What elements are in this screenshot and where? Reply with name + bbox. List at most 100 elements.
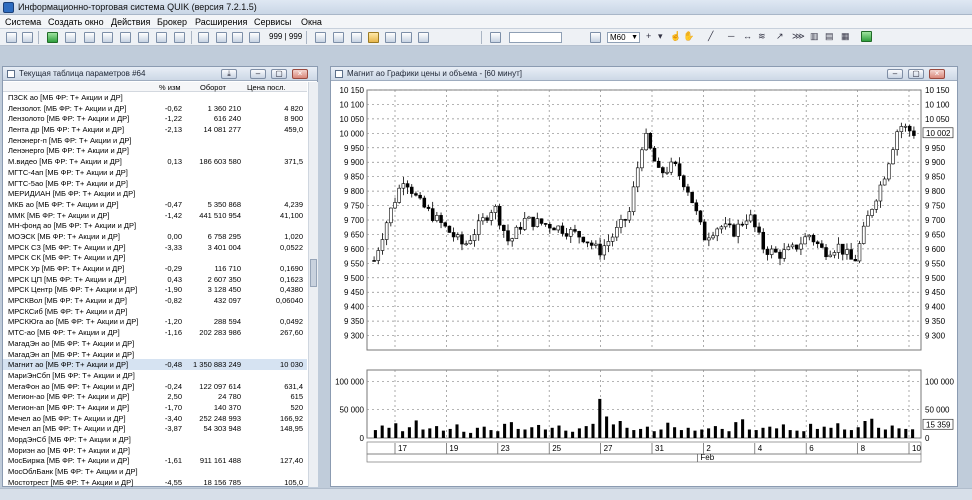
pointer-icon[interactable]: ☝	[670, 31, 681, 42]
table-row[interactable]: Лента др [МБ ФР: Т+ Акции и ДР] -2,13 14 0…	[3, 124, 307, 135]
crosshair-dropdown-icon[interactable]: ▾	[658, 31, 663, 42]
table-row[interactable]: МосОблБанк [МБ ФР: Т+ Акции и ДР]	[3, 466, 307, 477]
minimize-button[interactable]: –	[250, 69, 266, 79]
pan-hand-icon[interactable]: ✋	[683, 31, 694, 42]
minimize-button[interactable]: –	[887, 69, 903, 79]
maximize-button[interactable]: ▢	[271, 69, 287, 79]
table-row[interactable]: МЕРИДИАН [МБ ФР: Т+ Акции и ДР]	[3, 188, 307, 199]
fibonacci-arcs-icon[interactable]: ≋	[758, 31, 766, 42]
refresh-icon[interactable]	[47, 32, 58, 43]
print-icon[interactable]	[333, 32, 344, 43]
table-row[interactable]: МГТС-5ао [МБ ФР: Т+ Акции и ДР]	[3, 178, 307, 189]
cell-vol: 288 594	[213, 317, 241, 327]
trendline-icon[interactable]: ╱	[708, 31, 713, 42]
table-row[interactable]: МагадЭн ао [МБ ФР: Т+ Акции и ДР]	[3, 338, 307, 349]
grid-icon[interactable]: ▦	[841, 31, 850, 42]
limits-icon[interactable]	[174, 32, 185, 43]
mail-icon[interactable]	[401, 32, 412, 43]
pin-icon[interactable]	[198, 32, 209, 43]
column-header-change[interactable]: % изм	[159, 83, 181, 92]
table-row[interactable]: Мечел ао [МБ ФР: Т+ Акции и ДР] -3,40 252 …	[3, 413, 307, 424]
table-row[interactable]: МРСКСиб [МБ ФР: Т+ Акции и ДР]	[3, 306, 307, 317]
table-row[interactable]: Мостотрест [МБ ФР: Т+ Акции и ДР] -4,55 18…	[3, 477, 307, 488]
menu-create-window[interactable]: Создать окно	[48, 17, 104, 27]
table-row[interactable]: Мегион-ао [МБ ФР: Т+ Акции и ДР] 2,50 24 7…	[3, 391, 307, 402]
table-row[interactable]: МРСК СК [МБ ФР: Т+ Акции и ДР]	[3, 252, 307, 263]
export-icon[interactable]	[351, 32, 362, 43]
save-icon[interactable]	[385, 32, 396, 43]
crosshair-icon[interactable]: +	[646, 31, 651, 41]
pin-window-icon[interactable]: ⤓	[221, 69, 237, 79]
menu-extensions[interactable]: Расширения	[195, 17, 247, 27]
table-row[interactable]: Мегион-ап [МБ ФР: Т+ Акции и ДР] -1,70 140…	[3, 402, 307, 413]
table-row[interactable]: МОЭСК [МБ ФР: Т+ Акции и ДР] 0,00 6 758 29…	[3, 231, 307, 242]
menu-broker[interactable]: Брокер	[157, 17, 187, 27]
channel-icon[interactable]: ▤	[825, 31, 834, 42]
disconnect-icon[interactable]	[22, 32, 33, 43]
table-row[interactable]: МРСКВол [МБ ФР: Т+ Акции и ДР] -0,82 432 0…	[3, 295, 307, 306]
table-row[interactable]: ПЗСК ао [МБ ФР: Т+ Акции и ДР]	[3, 92, 307, 103]
table-row[interactable]: МосБиржа [МБ ФР: Т+ Акции и ДР] -1,61 911 …	[3, 455, 307, 466]
table-row[interactable]: МРСК ЦП [МБ ФР: Т+ Акции и ДР] 0,43 2 607 …	[3, 274, 307, 285]
table-row[interactable]: МРСКЮга ао [МБ ФР: Т+ Акции и ДР] -1,20 28…	[3, 316, 307, 327]
column-header-last-price[interactable]: Цена посл.	[247, 83, 286, 92]
table-row[interactable]: Лензолот. [МБ ФР: Т+ Акции и ДР] -0,62 1 3…	[3, 103, 307, 114]
timeframe-select[interactable]: M60 ▼	[607, 32, 640, 43]
table-row[interactable]: МордЭнСб [МБ ФР: Т+ Акции и ДР]	[3, 434, 307, 445]
levels-icon[interactable]: ▥	[810, 31, 819, 42]
table-row[interactable]: М.видео [МБ ФР: Т+ Акции и ДР] 0,13 186 60…	[3, 156, 307, 167]
params-window-titlebar[interactable]: Текущая таблица параметров #64 ⤓ – ▢ ×	[3, 67, 317, 81]
column-header-turnover[interactable]: Оборот	[200, 83, 226, 92]
folder-icon[interactable]	[368, 32, 379, 43]
table-row[interactable]: МегаФон ао [МБ ФР: Т+ Акции и ДР] -0,24 12…	[3, 381, 307, 392]
quotes-icon[interactable]	[84, 32, 95, 43]
table-row[interactable]: МагадЭн ап [МБ ФР: Т+ Акции и ДР]	[3, 349, 307, 360]
chart-window-titlebar[interactable]: Магнит ао Графики цены и объема - [60 ми…	[331, 67, 957, 81]
params-scrollbar[interactable]	[308, 82, 318, 487]
close-button[interactable]: ×	[929, 69, 945, 79]
table-row[interactable]: МариЭнСбп [МБ ФР: Т+ Акции и ДР]	[3, 370, 307, 381]
table-row[interactable]: Лензолото [МБ ФР: Т+ Акции и ДР] -1,22 616…	[3, 113, 307, 124]
menu-actions[interactable]: Действия	[111, 17, 150, 27]
table-row[interactable]: МКБ ао [МБ ФР: Т+ Акции и ДР] -0,47 5 350 …	[3, 199, 307, 210]
portfolio-icon[interactable]	[156, 32, 167, 43]
chart-properties-icon[interactable]	[590, 32, 601, 43]
menu-windows[interactable]: Окна	[301, 17, 322, 27]
table-row[interactable]: Ленэнерг-п [МБ ФР: Т+ Акции и ДР]	[3, 135, 307, 146]
maximize-button[interactable]: ▢	[908, 69, 924, 79]
indicator-icon[interactable]	[861, 31, 872, 42]
menu-services[interactable]: Сервисы	[254, 17, 291, 27]
table-row[interactable]: МГТС-4ап [МБ ФР: Т+ Акции и ДР]	[3, 167, 307, 178]
stop-orders-icon[interactable]	[138, 32, 149, 43]
trades-icon[interactable]	[120, 32, 131, 43]
camera-icon[interactable]	[315, 32, 326, 43]
vertical-line-icon[interactable]: ↔	[743, 31, 752, 41]
candle-body	[849, 249, 853, 260]
hand-icon[interactable]	[232, 32, 243, 43]
table-row[interactable]: ММК [МБ ФР: Т+ Акции и ДР] -1,42 441 510 9…	[3, 210, 307, 221]
table-row[interactable]: МРСК Центр [МБ ФР: Т+ Акции и ДР] -1,90 3 …	[3, 284, 307, 295]
connect-icon[interactable]	[6, 32, 17, 43]
message-icon[interactable]	[418, 32, 429, 43]
alert-icon[interactable]	[249, 32, 260, 43]
scrollbar-thumb[interactable]	[310, 259, 317, 287]
arrow-icon[interactable]: ↗	[776, 31, 784, 42]
close-button[interactable]: ×	[292, 69, 308, 79]
search-input[interactable]	[509, 32, 562, 43]
table-row[interactable]: МРСК СЗ [МБ ФР: Т+ Акции и ДР] -3,33 3 401…	[3, 242, 307, 253]
search-icon[interactable]	[490, 32, 501, 43]
fan-lines-icon[interactable]: ⋙	[792, 31, 805, 42]
table-row[interactable]: МРСК Ур [МБ ФР: Т+ Акции и ДР] -0,29 116 7…	[3, 263, 307, 274]
table-row[interactable]: МН-фонд ао [МБ ФР: Т+ Акции и ДР]	[3, 220, 307, 231]
menu-system[interactable]: Система	[5, 17, 41, 27]
horizontal-line-icon[interactable]: ─	[728, 31, 734, 41]
filter-icon[interactable]	[216, 32, 227, 43]
table-row[interactable]: МТС-ао [МБ ФР: Т+ Акции и ДР] -1,16 202 28…	[3, 327, 307, 338]
table-row[interactable]: Магнит ао [МБ ФР: Т+ Акции и ДР] -0,48 1 3…	[3, 359, 307, 370]
table-row[interactable]: Ленэнерго [МБ ФР: Т+ Акции и ДР]	[3, 145, 307, 156]
table-row[interactable]: Мечел ап [МБ ФР: Т+ Акции и ДР] -3,87 54 3…	[3, 423, 307, 434]
new-table-icon[interactable]	[65, 32, 76, 43]
orders-icon[interactable]	[102, 32, 113, 43]
price-volume-chart[interactable]: 10 150 10 150 10 100 10 100 10 050 10 050 10 0…	[331, 82, 957, 487]
table-row[interactable]: Мориэн ао [МБ ФР: Т+ Акции и ДР]	[3, 445, 307, 456]
